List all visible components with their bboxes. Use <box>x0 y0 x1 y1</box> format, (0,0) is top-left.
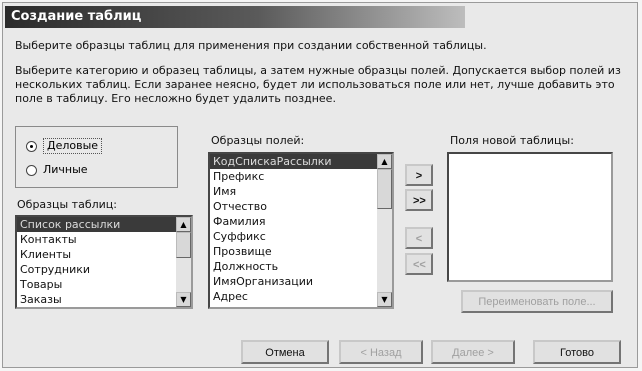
finish-button[interactable]: Готово <box>533 340 621 364</box>
sample-fields-label: Образцы полей: <box>211 134 305 147</box>
list-item[interactable]: Список рассылки <box>17 217 191 232</box>
list-item[interactable]: Прозвище <box>210 244 392 259</box>
back-button[interactable]: < Назад <box>339 340 423 364</box>
list-item[interactable]: Суффикс <box>210 229 392 244</box>
title-bar: Создание таблиц <box>5 6 465 28</box>
new-fields-list[interactable] <box>447 152 613 282</box>
list-item[interactable]: Должность <box>210 259 392 274</box>
list-item[interactable]: Клиенты <box>17 247 191 262</box>
scroll-up-icon[interactable]: ▲ <box>377 154 392 169</box>
radio-personal[interactable]: Личные <box>26 161 88 179</box>
intro-text-1: Выберите образцы таблиц для применения п… <box>15 39 487 52</box>
sample-tables-list[interactable]: Список рассылки Контакты Клиенты Сотрудн… <box>15 215 193 309</box>
sample-tables-label: Образцы таблиц: <box>17 198 117 211</box>
list-item[interactable]: Товары <box>17 277 191 292</box>
list-item[interactable]: Заказы <box>17 292 191 307</box>
list-item[interactable]: Контакты <box>17 232 191 247</box>
add-field-button[interactable]: > <box>405 164 433 186</box>
list-item[interactable]: Фамилия <box>210 214 392 229</box>
radio-business-label: Деловые <box>43 138 103 154</box>
category-group: Деловые Личные <box>15 126 178 188</box>
remove-field-button[interactable]: < <box>405 227 433 249</box>
remove-all-fields-button[interactable]: << <box>405 253 433 275</box>
list-item[interactable]: Имя <box>210 184 392 199</box>
sample-fields-scrollbar[interactable]: ▲ ▼ <box>377 154 392 307</box>
intro-text-2: Выберите категорию и образец таблицы, а … <box>15 64 621 105</box>
rename-field-button[interactable]: Переименовать поле... <box>461 290 613 313</box>
radio-personal-label: Личные <box>43 163 88 176</box>
list-item[interactable]: Отчество <box>210 199 392 214</box>
list-item[interactable]: ИмяОрганизации <box>210 274 392 289</box>
cancel-button[interactable]: Отмена <box>241 340 329 364</box>
list-item[interactable]: КодСпискаРассылки <box>210 154 392 169</box>
scroll-thumb[interactable] <box>377 169 392 209</box>
radio-business[interactable]: Деловые <box>26 137 103 155</box>
radio-button-icon[interactable] <box>26 164 37 176</box>
list-item[interactable]: Адрес <box>210 289 392 304</box>
list-item[interactable]: Префикс <box>210 169 392 184</box>
next-button[interactable]: Далее > <box>431 340 515 364</box>
table-wizard-dialog: Создание таблиц Выберите образцы таблиц … <box>2 2 638 368</box>
scroll-down-icon[interactable]: ▼ <box>176 292 191 307</box>
scroll-down-icon[interactable]: ▼ <box>377 292 392 307</box>
window-title: Создание таблиц <box>11 9 142 24</box>
scroll-up-icon[interactable]: ▲ <box>176 217 191 232</box>
radio-button-icon[interactable] <box>26 140 37 152</box>
scroll-thumb[interactable] <box>176 232 191 258</box>
list-item[interactable]: Сотрудники <box>17 262 191 277</box>
new-fields-label: Поля новой таблицы: <box>450 134 574 147</box>
sample-tables-scrollbar[interactable]: ▲ ▼ <box>176 217 191 307</box>
add-all-fields-button[interactable]: >> <box>405 189 433 211</box>
sample-fields-list[interactable]: КодСпискаРассылки Префикс Имя Отчество Ф… <box>208 152 394 309</box>
